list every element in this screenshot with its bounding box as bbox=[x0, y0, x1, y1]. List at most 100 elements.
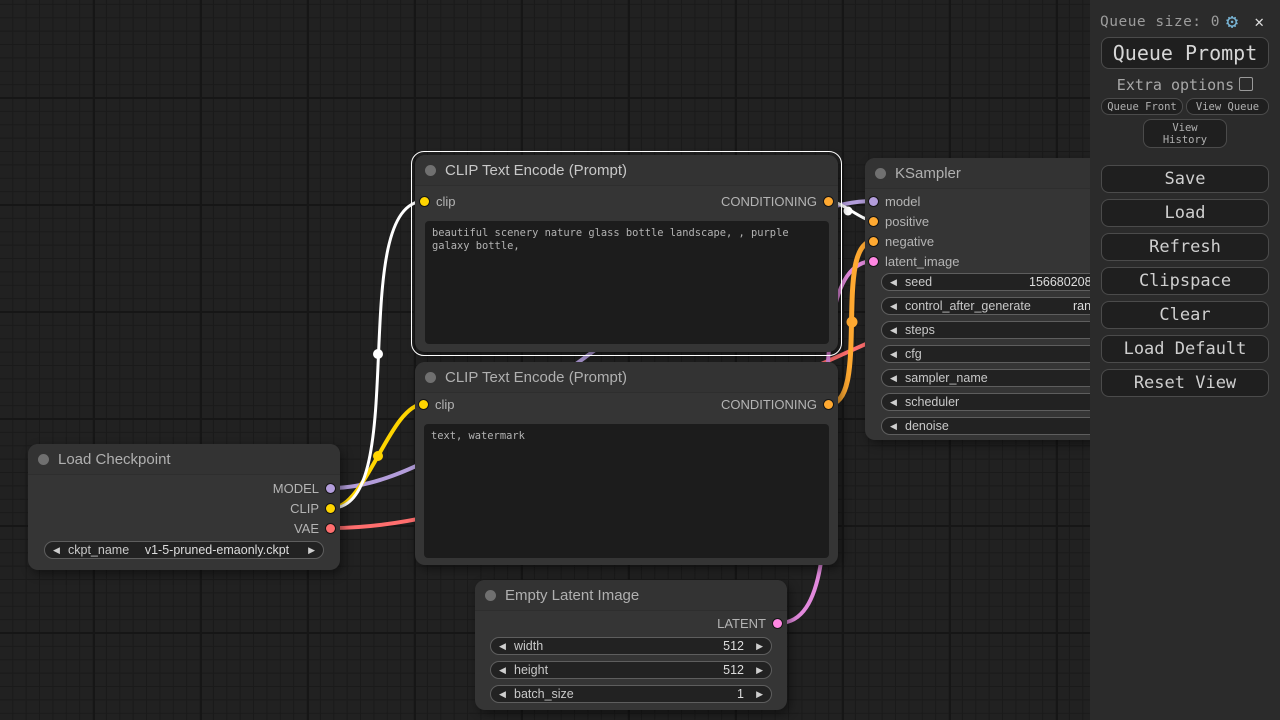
view-history-button[interactable]: View History bbox=[1143, 119, 1227, 148]
decrement-arrow-icon[interactable]: ◀ bbox=[499, 665, 506, 676]
positive-input-port[interactable] bbox=[869, 216, 878, 226]
negative-input-label: negative bbox=[885, 234, 935, 249]
decrement-arrow-icon[interactable]: ◀ bbox=[499, 641, 506, 652]
model-input-port[interactable] bbox=[869, 196, 878, 206]
queue-front-button[interactable]: Queue Front bbox=[1101, 98, 1183, 115]
save-button[interactable]: Save bbox=[1101, 165, 1269, 193]
refresh-button[interactable]: Refresh bbox=[1101, 233, 1269, 261]
widget-label: scheduler bbox=[905, 395, 960, 409]
link-dot-cond-negative bbox=[846, 316, 858, 328]
node-title: CLIP Text Encode (Prompt) bbox=[445, 162, 628, 179]
decrement-arrow-icon[interactable]: ◀ bbox=[890, 349, 897, 360]
node-load-checkpoint[interactable]: Load Checkpoint MODEL CLIP VAE ◀ ckpt_na… bbox=[28, 444, 340, 570]
node-title-bar[interactable]: CLIP Text Encode (Prompt) bbox=[415, 155, 838, 186]
wire-clip-positive-highlighted bbox=[331, 199, 426, 510]
collapse-dot-icon[interactable] bbox=[485, 590, 496, 601]
latent-output-label: LATENT bbox=[717, 616, 766, 631]
view-queue-button[interactable]: View Queue bbox=[1186, 98, 1269, 115]
prompt-textarea[interactable]: text, watermark bbox=[424, 424, 829, 558]
settings-gear-icon[interactable]: ⚙ bbox=[1226, 9, 1238, 33]
extra-options-row: Extra options bbox=[1090, 76, 1280, 94]
widget-label: steps bbox=[905, 323, 935, 337]
clipspace-button[interactable]: Clipspace bbox=[1101, 267, 1269, 295]
node-clip-text-encode-negative[interactable]: CLIP Text Encode (Prompt) clip CONDITION… bbox=[415, 362, 838, 565]
widget-label: denoise bbox=[905, 419, 949, 433]
ckpt-name-widget[interactable]: ◀ ckpt_name v1-5-pruned-emaonly.ckpt ▶ bbox=[44, 541, 324, 559]
widget-label: seed bbox=[905, 275, 933, 289]
node-title-bar[interactable]: CLIP Text Encode (Prompt) bbox=[415, 362, 838, 393]
height-widget[interactable]: ◀ height 512 ▶ bbox=[490, 661, 772, 679]
vae-output-label: VAE bbox=[293, 521, 319, 536]
decrement-arrow-icon[interactable]: ◀ bbox=[890, 277, 897, 288]
clip-output-port[interactable] bbox=[326, 503, 335, 513]
comfy-menu-panel: Queue size: 0 ⚙ ✕ Queue Prompt Extra opt… bbox=[1090, 0, 1280, 720]
node-title-bar[interactable]: Empty Latent Image bbox=[475, 580, 787, 611]
node-title: Load Checkpoint bbox=[58, 451, 171, 468]
model-input-label: model bbox=[885, 194, 921, 209]
model-output-label: MODEL bbox=[272, 481, 319, 496]
conditioning-output-label: CONDITIONING bbox=[720, 397, 817, 412]
widget-label: control_after_generate bbox=[905, 299, 1031, 313]
node-clip-text-encode-positive[interactable]: CLIP Text Encode (Prompt) clip CONDITION… bbox=[411, 151, 842, 356]
node-empty-latent-image[interactable]: Empty Latent Image LATENT ◀ width 512 ▶ … bbox=[475, 580, 787, 710]
width-widget[interactable]: ◀ width 512 ▶ bbox=[490, 637, 772, 655]
increment-arrow-icon[interactable]: ▶ bbox=[308, 545, 315, 556]
negative-input-port[interactable] bbox=[869, 236, 878, 246]
collapse-dot-icon[interactable] bbox=[425, 372, 436, 383]
widget-label: cfg bbox=[905, 347, 922, 361]
latent-image-input-port[interactable] bbox=[869, 256, 878, 266]
latent-output-port[interactable] bbox=[773, 618, 782, 628]
comfyui-canvas[interactable]: CLIP Text Encode (Prompt) clip CONDITION… bbox=[0, 0, 1280, 720]
prompt-textarea[interactable]: beautiful scenery nature glass bottle la… bbox=[425, 221, 829, 344]
node-title-bar[interactable]: Load Checkpoint bbox=[28, 444, 340, 475]
increment-arrow-icon[interactable]: ▶ bbox=[756, 689, 763, 700]
collapse-dot-icon[interactable] bbox=[425, 165, 436, 176]
decrement-arrow-icon[interactable]: ◀ bbox=[890, 301, 897, 312]
widget-label: sampler_name bbox=[905, 371, 988, 385]
batch-size-widget[interactable]: ◀ batch_size 1 ▶ bbox=[490, 685, 772, 703]
clear-button[interactable]: Clear bbox=[1101, 301, 1269, 329]
clip-input-label: clip bbox=[436, 194, 456, 209]
wire-clip-negative bbox=[331, 402, 425, 510]
widget-value: 512 bbox=[723, 639, 744, 653]
collapse-dot-icon[interactable] bbox=[875, 168, 886, 179]
reset-view-button[interactable]: Reset View bbox=[1101, 369, 1269, 397]
widget-value: 512 bbox=[723, 663, 744, 677]
extra-options-checkbox[interactable] bbox=[1239, 77, 1254, 91]
load-button[interactable]: Load bbox=[1101, 199, 1269, 227]
increment-arrow-icon[interactable]: ▶ bbox=[756, 665, 763, 676]
clip-input-port[interactable] bbox=[420, 196, 429, 206]
decrement-arrow-icon[interactable]: ◀ bbox=[499, 689, 506, 700]
conditioning-output-port[interactable] bbox=[824, 399, 833, 409]
link-dot-clip-negative bbox=[373, 451, 383, 461]
decrement-arrow-icon[interactable]: ◀ bbox=[890, 373, 897, 384]
increment-arrow-icon[interactable]: ▶ bbox=[756, 641, 763, 652]
clip-input-label: clip bbox=[435, 397, 455, 412]
queue-prompt-button[interactable]: Queue Prompt bbox=[1101, 37, 1269, 69]
widget-label: ckpt_name bbox=[68, 543, 130, 557]
conditioning-output-label: CONDITIONING bbox=[720, 194, 817, 209]
latent-image-input-label: latent_image bbox=[885, 254, 960, 269]
link-dot-clip-positive bbox=[373, 349, 383, 359]
widget-value: v1-5-pruned-emaonly.ckpt bbox=[144, 543, 290, 557]
queue-status-row: Queue size: 0 ⚙ ✕ bbox=[1100, 9, 1272, 33]
clip-input-port[interactable] bbox=[419, 399, 428, 409]
queue-size-label: Queue size: 0 bbox=[1100, 14, 1220, 30]
decrement-arrow-icon[interactable]: ◀ bbox=[890, 421, 897, 432]
decrement-arrow-icon[interactable]: ◀ bbox=[890, 325, 897, 336]
widget-label: width bbox=[514, 639, 544, 653]
clip-output-label: CLIP bbox=[290, 501, 319, 516]
link-dot-cond-positive bbox=[843, 206, 853, 216]
node-title: KSampler bbox=[895, 165, 961, 182]
vae-output-port[interactable] bbox=[326, 523, 335, 533]
decrement-arrow-icon[interactable]: ◀ bbox=[890, 397, 897, 408]
close-icon[interactable]: ✕ bbox=[1254, 12, 1264, 31]
node-title: CLIP Text Encode (Prompt) bbox=[445, 369, 628, 386]
model-output-port[interactable] bbox=[326, 483, 335, 493]
node-title: Empty Latent Image bbox=[505, 587, 640, 604]
widget-label: batch_size bbox=[514, 687, 574, 701]
collapse-dot-icon[interactable] bbox=[38, 454, 49, 465]
decrement-arrow-icon[interactable]: ◀ bbox=[53, 545, 60, 556]
load-default-button[interactable]: Load Default bbox=[1101, 335, 1269, 363]
conditioning-output-port[interactable] bbox=[824, 196, 833, 206]
